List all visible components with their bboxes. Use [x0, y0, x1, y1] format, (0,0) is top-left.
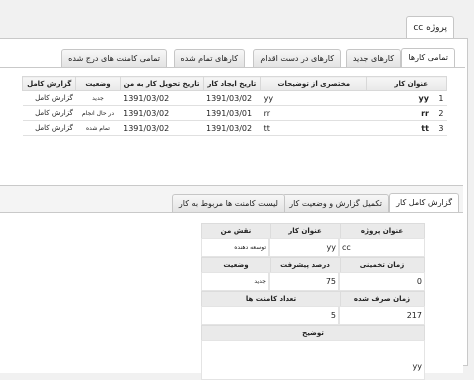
window-title: پروژه cc: [413, 23, 447, 33]
comment-count-label: تعداد کامنت ها: [201, 291, 341, 307]
tab-all-tasks[interactable]: تمامی کارها: [401, 48, 455, 68]
tab-new-tasks[interactable]: کارهای جدید: [345, 49, 401, 67]
comment-count-value: 5: [201, 306, 339, 325]
full-report-link[interactable]: گزارش کامل: [22, 105, 76, 121]
description-label: توضیح: [201, 325, 425, 341]
project-title-value: cc: [339, 238, 425, 257]
progress-label: درصد پیشرفت: [269, 257, 341, 273]
table-header: عنوان کار مختصری از توضیحات تاریخ ایجاد …: [21, 76, 447, 91]
status-value: جدید: [201, 272, 269, 291]
window-title-tab[interactable]: پروژه cc: [406, 16, 454, 39]
progress-value: 75: [269, 272, 339, 291]
col-full-report[interactable]: گزارش کامل: [21, 76, 77, 91]
my-role-value: توسعه دهنده: [201, 238, 269, 257]
project-window: تمامی کارها کارهای جدید کارهای در دست اق…: [0, 38, 468, 380]
spent-time-label: زمان صرف شده: [339, 291, 425, 307]
estimated-time-label: زمان تخمینی: [339, 257, 425, 273]
full-report-link[interactable]: گزارش کامل: [22, 90, 76, 106]
task-title-label: عنوان کار: [269, 223, 341, 239]
detail-content: عنوان پروژه عنوان کار نقش من cc yy توسعه…: [0, 212, 463, 380]
col-due-date[interactable]: تاریخ تحویل کار به من: [119, 76, 204, 91]
description-value: yy: [201, 340, 425, 380]
col-status[interactable]: وضعیت: [75, 76, 121, 91]
tab-finished-tasks[interactable]: کارهای تمام شده: [173, 49, 245, 67]
col-description[interactable]: مختصری از توضیحات: [260, 76, 368, 91]
my-role-label: نقش من: [201, 223, 271, 239]
col-task-title[interactable]: عنوان کار: [366, 76, 447, 91]
task-detail-panel: گزارش کامل کار تکمیل گزارش و وضعیت کار ل…: [0, 185, 463, 380]
col-created-date[interactable]: تاریخ ایجاد کار: [202, 76, 262, 91]
tab-complete-report-status[interactable]: تکمیل گزارش و وضعیت کار: [282, 194, 389, 212]
task-title-value: yy: [269, 238, 339, 257]
status-label: وضعیت: [201, 257, 271, 273]
table-row[interactable]: 2 rr rr 1391/03/01 1391/03/02 در حال انج…: [22, 105, 447, 121]
tab-full-task-report[interactable]: گزارش کامل کار: [389, 193, 459, 213]
estimated-time-value: 0: [339, 272, 425, 291]
table-row[interactable]: 1 yy yy 1391/03/02 1391/03/02 جدید گزارش…: [22, 90, 447, 106]
full-report-link[interactable]: گزارش کامل: [22, 120, 76, 136]
tasks-panel: عنوان کار مختصری از توضیحات تاریخ ایجاد …: [0, 67, 465, 380]
tasks-table: عنوان کار مختصری از توضیحات تاریخ ایجاد …: [21, 76, 447, 136]
tab-all-comments[interactable]: تمامی کامنت های درج شده: [61, 49, 167, 67]
project-title-label: عنوان پروژه: [339, 223, 425, 239]
spent-time-value: 217: [339, 306, 425, 325]
tab-task-comments-list[interactable]: لیست کامنت ها مربوط به کار: [171, 194, 285, 212]
table-row[interactable]: 3 tt tt 1391/03/02 1391/03/02 تمام شده گ…: [22, 120, 447, 136]
tab-in-progress-tasks[interactable]: کارهای در دست اقدام: [253, 49, 341, 67]
